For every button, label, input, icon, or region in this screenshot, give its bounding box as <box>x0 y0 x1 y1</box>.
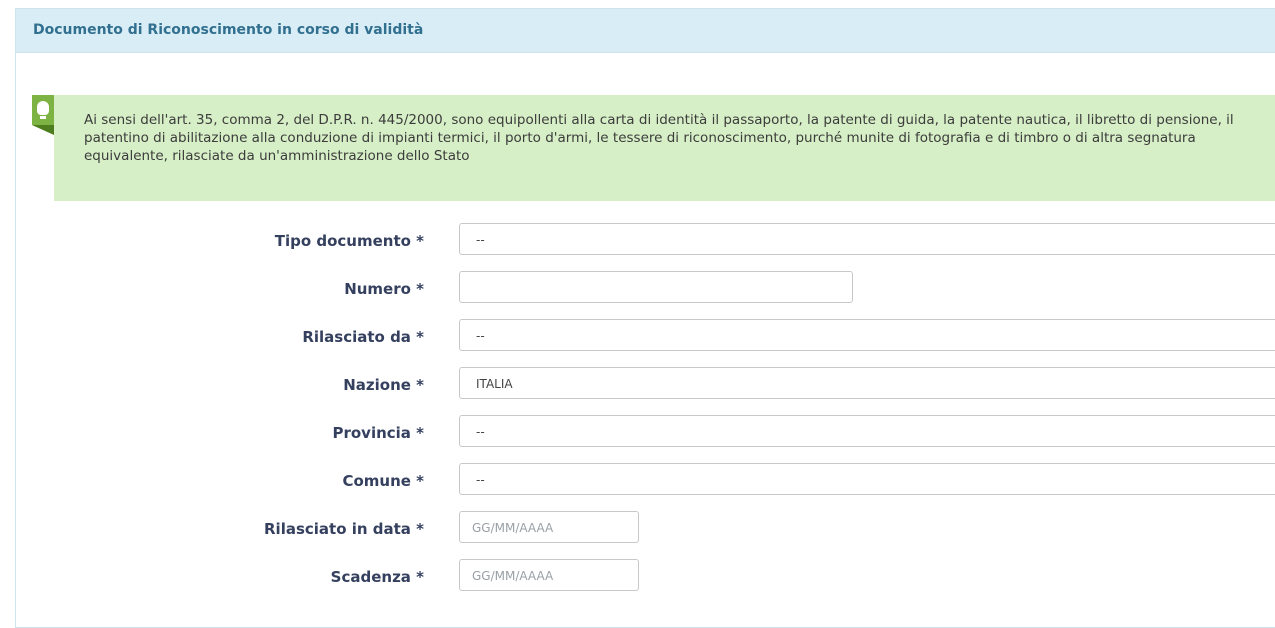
provincia-value: -- <box>476 425 485 439</box>
comune-value: -- <box>476 473 485 487</box>
tipo-documento-value: -- <box>476 233 485 247</box>
rilasciato-in-data-placeholder: GG/MM/AAAA <box>472 521 554 535</box>
rilasciato-da-select[interactable]: -- ▼ <box>459 319 1275 351</box>
provincia-select[interactable]: -- ▼ <box>459 415 1275 447</box>
bulb-shape <box>37 101 49 115</box>
rilasciato-in-data-input[interactable]: GG/MM/AAAA <box>459 511 639 543</box>
info-alert: Ai sensi dell'art. 35, comma 2, del D.P.… <box>32 95 1275 201</box>
comune-select[interactable]: -- ▼ <box>459 463 1275 495</box>
numero-label: Numero * <box>344 280 424 298</box>
rilasciato-da-label: Rilasciato da * <box>302 328 424 346</box>
alert-text: Ai sensi dell'art. 35, comma 2, del D.P.… <box>84 112 1234 164</box>
provincia-label: Provincia * <box>332 424 424 442</box>
document-panel: Documento di Riconoscimento in corso di … <box>15 8 1275 628</box>
badge-fold <box>32 125 54 135</box>
bulb-base <box>40 116 46 119</box>
panel-header: Documento di Riconoscimento in corso di … <box>16 9 1275 53</box>
rilasciato-in-data-label: Rilasciato in data * <box>264 520 424 538</box>
rilasciato-da-value: -- <box>476 329 485 343</box>
nazione-value: ITALIA <box>476 377 513 391</box>
nazione-select[interactable]: ITALIA ▼ <box>459 367 1275 399</box>
scadenza-input[interactable]: GG/MM/AAAA <box>459 559 639 591</box>
tipo-documento-select[interactable]: -- ▼ <box>459 223 1275 255</box>
numero-input[interactable] <box>459 271 853 303</box>
tipo-documento-label: Tipo documento * <box>274 232 424 250</box>
panel-title: Documento di Riconoscimento in corso di … <box>33 22 424 38</box>
nazione-label: Nazione * <box>343 376 424 394</box>
scadenza-placeholder: GG/MM/AAAA <box>472 569 554 583</box>
scadenza-label: Scadenza * <box>330 568 424 586</box>
comune-label: Comune * <box>342 472 424 490</box>
